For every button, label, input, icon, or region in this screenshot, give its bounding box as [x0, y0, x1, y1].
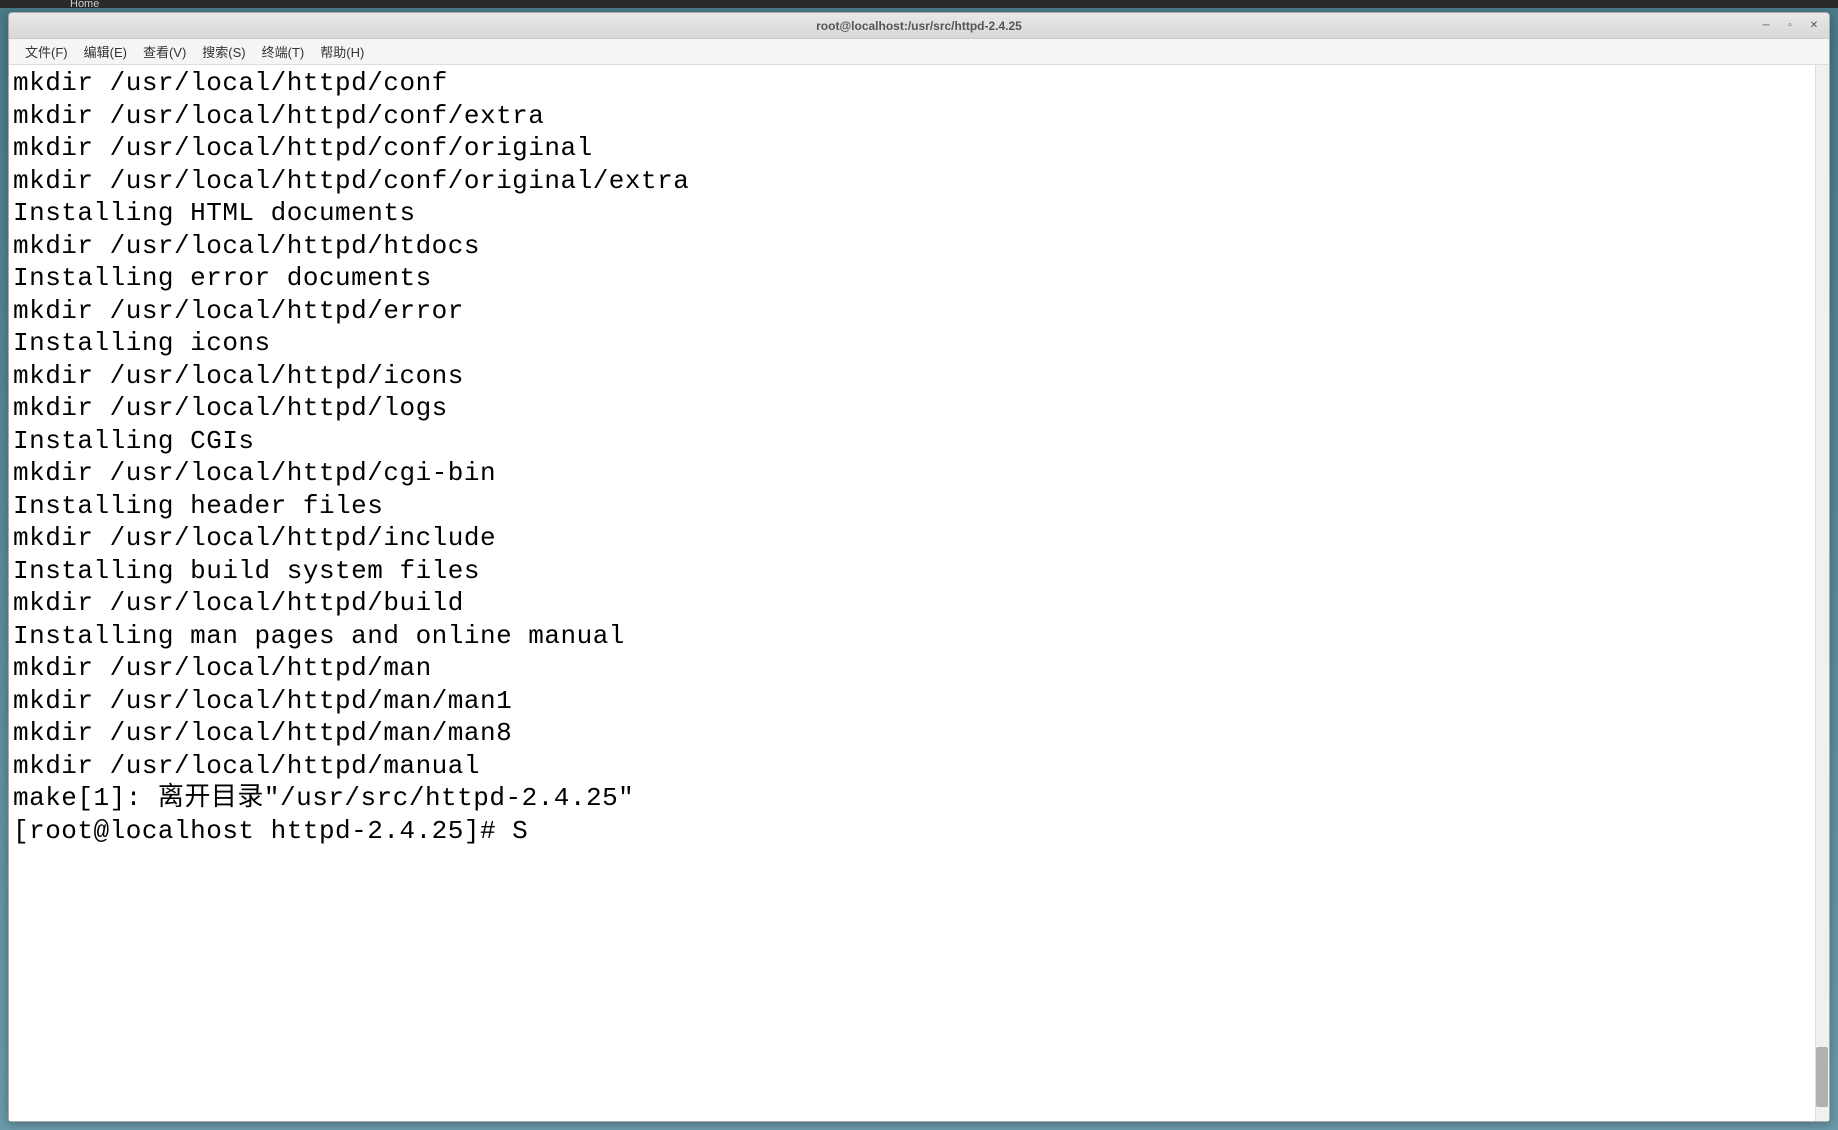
terminal-line: mkdir /usr/local/httpd/include: [13, 522, 1825, 555]
taskbar-home[interactable]: Home: [60, 0, 109, 10]
menu-edit[interactable]: 编辑(E): [76, 39, 135, 64]
terminal-line: mkdir /usr/local/httpd/manual: [13, 750, 1825, 783]
close-icon: ✕: [1810, 20, 1818, 31]
terminal-line: [root@localhost httpd-2.4.25]# S: [13, 815, 1825, 848]
terminal-line: Installing header files: [13, 490, 1825, 523]
menu-file[interactable]: 文件(F): [17, 39, 76, 64]
terminal-line: mkdir /usr/local/httpd/conf/original: [13, 132, 1825, 165]
terminal-line: mkdir /usr/local/httpd/cgi-bin: [13, 457, 1825, 490]
terminal-line: mkdir /usr/local/httpd/htdocs: [13, 230, 1825, 263]
maximize-icon: ▫: [1788, 20, 1792, 31]
terminal-line: mkdir /usr/local/httpd/conf: [13, 67, 1825, 100]
terminal-line: mkdir /usr/local/httpd/conf/extra: [13, 100, 1825, 133]
terminal-window: root@localhost:/usr/src/httpd-2.4.25 ─ ▫…: [8, 12, 1830, 1122]
scrollbar-track[interactable]: [1815, 65, 1829, 1121]
terminal-line: Installing CGIs: [13, 425, 1825, 458]
terminal-line: mkdir /usr/local/httpd/man/man8: [13, 717, 1825, 750]
scrollbar-thumb[interactable]: [1816, 1047, 1828, 1107]
menu-terminal[interactable]: 终端(T): [254, 39, 313, 64]
maximize-button[interactable]: ▫: [1779, 15, 1801, 35]
menu-search[interactable]: 搜索(S): [194, 39, 253, 64]
terminal-line: mkdir /usr/local/httpd/conf/original/ext…: [13, 165, 1825, 198]
desktop-taskbar: Home: [0, 0, 1838, 8]
terminal-line: mkdir /usr/local/httpd/icons: [13, 360, 1825, 393]
terminal-line: Installing icons: [13, 327, 1825, 360]
minimize-button[interactable]: ─: [1755, 15, 1777, 35]
close-button[interactable]: ✕: [1803, 15, 1825, 35]
terminal-line: Installing man pages and online manual: [13, 620, 1825, 653]
terminal-line: mkdir /usr/local/httpd/build: [13, 587, 1825, 620]
window-title: root@localhost:/usr/src/httpd-2.4.25: [816, 19, 1022, 33]
window-titlebar[interactable]: root@localhost:/usr/src/httpd-2.4.25 ─ ▫…: [9, 13, 1829, 39]
menubar: 文件(F) 编辑(E) 查看(V) 搜索(S) 终端(T) 帮助(H): [9, 39, 1829, 65]
terminal-line: mkdir /usr/local/httpd/error: [13, 295, 1825, 328]
terminal-line: Installing HTML documents: [13, 197, 1825, 230]
menu-help[interactable]: 帮助(H): [312, 39, 372, 64]
minimize-icon: ─: [1762, 20, 1769, 31]
terminal-line: mkdir /usr/local/httpd/man: [13, 652, 1825, 685]
terminal-line: Installing build system files: [13, 555, 1825, 588]
terminal-line: make[1]: 离开目录"/usr/src/httpd-2.4.25": [13, 782, 1825, 815]
terminal-line: mkdir /usr/local/httpd/logs: [13, 392, 1825, 425]
window-controls: ─ ▫ ✕: [1755, 15, 1825, 35]
terminal-output[interactable]: mkdir /usr/local/httpd/conf mkdir /usr/l…: [9, 65, 1829, 1121]
terminal-line: mkdir /usr/local/httpd/man/man1: [13, 685, 1825, 718]
menu-view[interactable]: 查看(V): [135, 39, 194, 64]
terminal-line: Installing error documents: [13, 262, 1825, 295]
